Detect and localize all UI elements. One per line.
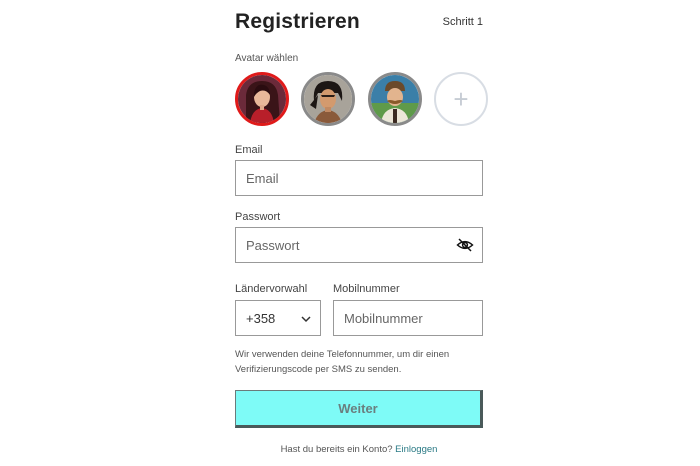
avatar-woman-image [238, 75, 286, 123]
continue-button[interactable]: Weiter [235, 390, 483, 428]
country-code-value: +358 [246, 311, 276, 326]
avatar-option-3[interactable] [368, 72, 422, 126]
login-question: Hast du bereits ein Konto? [280, 444, 393, 455]
password-field[interactable] [235, 227, 483, 263]
country-code-select[interactable]: +358 [235, 300, 321, 336]
avatar-option-1-selected[interactable] [235, 72, 289, 126]
plus-icon: + [453, 84, 469, 114]
email-field[interactable] [235, 160, 483, 196]
email-label: Email [235, 144, 263, 156]
step-indicator: Schritt 1 [442, 16, 483, 28]
page-title: Registrieren [235, 10, 360, 33]
avatar-gentleman-image [371, 75, 419, 123]
mobile-number-field[interactable] [333, 300, 483, 336]
mobile-label: Mobilnummer [333, 283, 400, 295]
avatar-label: Avatar wählen [235, 53, 299, 64]
avatar-picker: + [235, 72, 488, 128]
sms-info-text: Wir verwenden deine Telefonnummer, um di… [235, 349, 450, 375]
password-label: Passwort [235, 211, 281, 223]
eye-off-icon[interactable] [456, 236, 474, 254]
country-code-label: Ländervorwahl [235, 283, 308, 295]
login-link[interactable]: Einloggen [395, 444, 437, 455]
add-avatar-button[interactable]: + [434, 72, 488, 126]
chevron-down-icon [301, 316, 311, 323]
login-prompt: Hast du bereits ein Konto? Einloggen [235, 444, 483, 455]
avatar-man-image [304, 75, 352, 123]
avatar-option-2[interactable] [301, 72, 355, 126]
registration-form: Registrieren Schritt 1 Avatar wählen + E… [235, 0, 488, 466]
header: Registrieren Schritt 1 [235, 10, 483, 38]
